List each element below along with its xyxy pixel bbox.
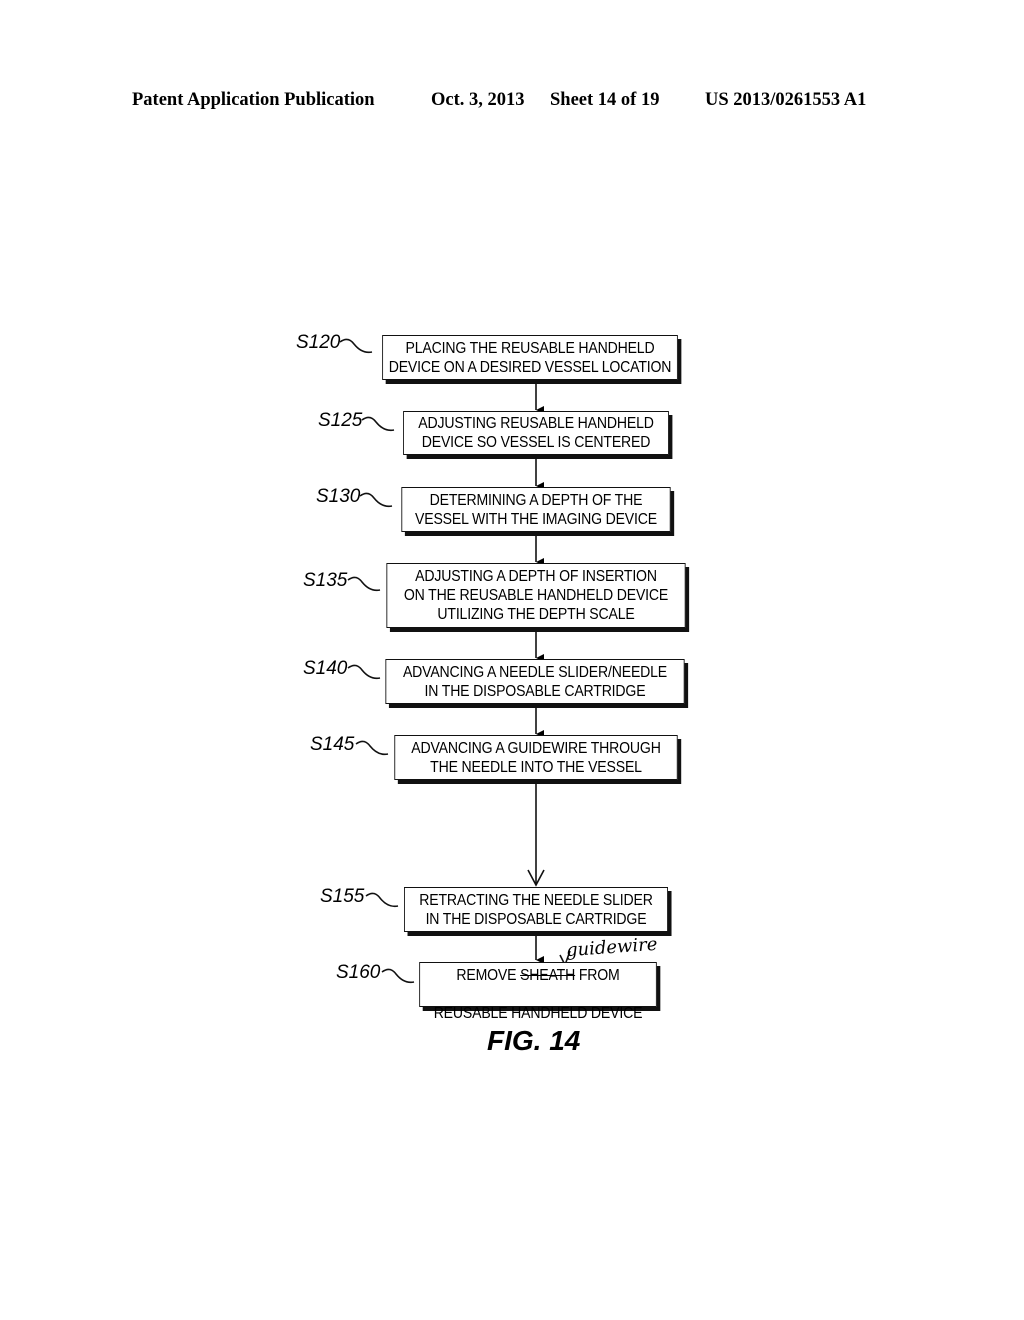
- step-label-s160: S160: [336, 962, 381, 983]
- step-text-s130: DETERMINING A DEPTH OF THE VESSEL WITH T…: [415, 491, 657, 528]
- step-box-s160: REMOVE SHEATH FROM REUSABLE HANDHELD DEV…: [419, 962, 657, 1022]
- leader-s140: [347, 664, 381, 680]
- step-label-s145: S145: [310, 734, 355, 755]
- step-text-s160-post: FROM: [575, 966, 620, 984]
- step-text-s145: ADVANCING A GUIDEWIRE THROUGH THE NEEDLE…: [411, 739, 661, 776]
- leader-s155: [365, 892, 399, 908]
- figure-label: FIG. 14: [487, 1025, 581, 1056]
- step-box-s140: ADVANCING A NEEDLE SLIDER/NEEDLE IN THE …: [385, 659, 685, 704]
- step-label-s125: S125: [318, 410, 363, 431]
- step-text-s160-pre: REMOVE: [456, 966, 521, 984]
- step-label-s130: S130: [316, 486, 361, 507]
- leader-s145: [355, 740, 389, 756]
- step-label-s155: S155: [320, 886, 365, 907]
- step-box-s155: RETRACTING THE NEEDLE SLIDER IN THE DISP…: [404, 887, 668, 932]
- step-box-s135: ADJUSTING A DEPTH OF INSERTION ON THE RE…: [386, 563, 686, 628]
- leader-s125: [361, 416, 395, 432]
- step-text-s140: ADVANCING A NEEDLE SLIDER/NEEDLE IN THE …: [402, 663, 668, 700]
- step-text-s120: PLACING THE REUSABLE HANDHELD DEVICE ON …: [388, 339, 672, 376]
- step-text-s155: RETRACTING THE NEEDLE SLIDER IN THE DISP…: [419, 891, 653, 928]
- leader-s130: [359, 492, 393, 508]
- step-label-s135: S135: [303, 570, 348, 591]
- step-box-s120: PLACING THE REUSABLE HANDHELD DEVICE ON …: [382, 335, 678, 380]
- leader-s120: [339, 338, 373, 354]
- step-label-s140: S140: [303, 658, 348, 679]
- struck-word: SHEATH: [520, 966, 576, 984]
- step-text-s135: ADJUSTING A DEPTH OF INSERTION ON THE RE…: [403, 568, 669, 623]
- step-text-s160-line2: REUSABLE HANDHELD DEVICE: [433, 1004, 643, 1022]
- step-box-s130: DETERMINING A DEPTH OF THE VESSEL WITH T…: [401, 487, 671, 532]
- leader-s135: [347, 576, 381, 592]
- leader-s160: [381, 968, 415, 984]
- step-box-s125: ADJUSTING REUSABLE HANDHELD DEVICE SO VE…: [403, 411, 669, 455]
- step-box-s145: ADVANCING A GUIDEWIRE THROUGH THE NEEDLE…: [394, 735, 678, 780]
- step-text-s125: ADJUSTING REUSABLE HANDHELD DEVICE SO VE…: [418, 415, 654, 451]
- step-label-s120: S120: [296, 332, 341, 353]
